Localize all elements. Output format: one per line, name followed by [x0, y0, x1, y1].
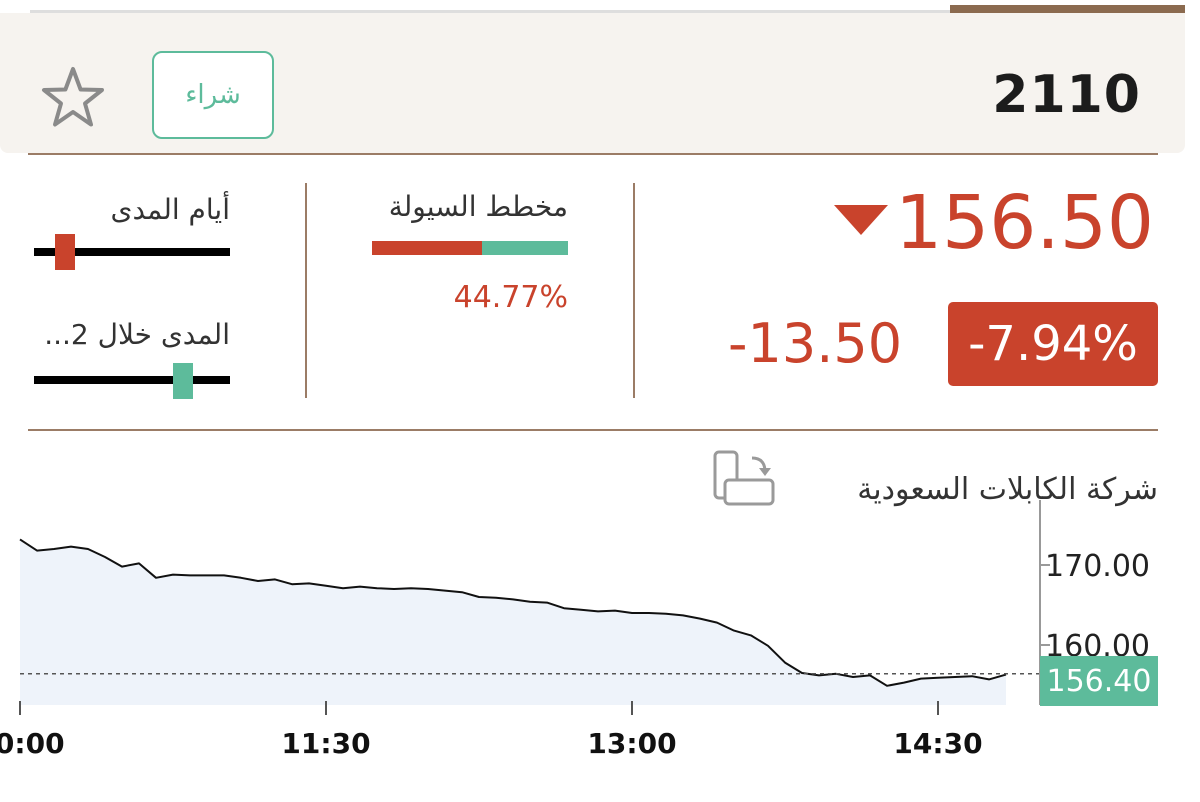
x-tick-label: 13:00 [587, 727, 676, 760]
x-tick-label: 14:30 [893, 727, 982, 760]
week52-range-label: المدى خلال 2... [44, 318, 230, 351]
y-tick-label: 170.00 [1045, 549, 1150, 584]
top-tab-indicator-active [950, 5, 1185, 13]
liquidity-bar[interactable] [372, 241, 568, 255]
price-area-fill [20, 539, 1006, 705]
top-divider [28, 153, 1158, 155]
week52-range-track [34, 376, 230, 384]
chart-divider [28, 429, 1158, 431]
price-down-arrow-icon [834, 205, 888, 235]
x-tick-label: 10:00 [0, 727, 65, 760]
price-change: -13.50 [728, 312, 903, 375]
change-percent-badge: -7.94% [948, 302, 1158, 386]
day-range-marker [55, 234, 76, 270]
current-price-badge: 156.40 [1040, 656, 1158, 706]
favorite-star-icon[interactable] [38, 63, 108, 133]
x-tick-label: 11:30 [281, 727, 370, 760]
intraday-price-chart[interactable]: 170.00160.0010:0011:3013:0014:30 [0, 500, 1200, 780]
last-price: 156.50 [895, 180, 1154, 266]
stock-header: شراء 2110 [0, 13, 1185, 153]
section-separator [305, 183, 307, 398]
stock-symbol: 2110 [992, 65, 1141, 125]
week52-range-marker [172, 363, 193, 399]
buy-button[interactable]: شراء [152, 51, 274, 139]
day-range-label: أيام المدى [110, 193, 230, 226]
liquidity-outflow-segment [372, 241, 482, 255]
liquidity-inflow-segment [481, 241, 568, 255]
liquidity-chart-title: مخطط السيولة [388, 190, 568, 223]
section-separator [633, 183, 635, 398]
liquidity-percent: 44.77% [453, 280, 568, 315]
